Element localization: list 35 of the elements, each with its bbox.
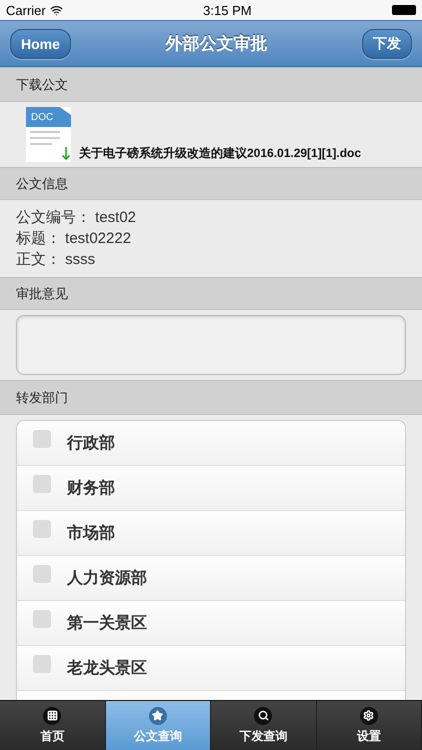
- tab[interactable]: 首页: [0, 701, 106, 750]
- department-label: 市场部: [67, 523, 115, 544]
- grid-icon: [43, 706, 62, 724]
- status-time: 3:15 PM: [203, 2, 252, 18]
- info-line: 公文编号： test02: [16, 208, 138, 227]
- department-label: 人力资源部: [67, 568, 147, 588]
- tab[interactable]: 下发查询: [211, 701, 316, 750]
- home-button[interactable]: Home: [10, 28, 71, 58]
- opinion-field[interactable]: [16, 315, 406, 375]
- gear-icon: [360, 706, 378, 724]
- carrier-label: Carrier: [6, 2, 46, 18]
- file-link[interactable]: 关于电子磅系统升级改造的建议2016.01.29[1][1].doc: [79, 145, 362, 162]
- checkbox[interactable]: [33, 565, 51, 583]
- department-label: 财务部: [67, 478, 115, 498]
- search-icon: [254, 706, 272, 724]
- checkbox[interactable]: [33, 655, 51, 673]
- checkbox[interactable]: [33, 475, 51, 493]
- wifi-icon: [50, 4, 63, 16]
- section-header: 转发部门: [0, 380, 422, 415]
- tab[interactable]: 设置: [316, 701, 422, 750]
- info-line: 标题： test02222: [16, 229, 132, 248]
- section-header: 审批意见: [0, 277, 422, 310]
- department-label: 第一关景区: [67, 613, 147, 634]
- section-header: 下载公文: [0, 67, 422, 102]
- battery-icon: [392, 5, 416, 15]
- department-label: 老龙头景区: [67, 658, 147, 678]
- issue-button[interactable]: 下发: [362, 28, 412, 58]
- page-title: 外部公文审批: [165, 33, 268, 55]
- section-header: 公文信息: [0, 167, 422, 200]
- info-line: 正文： ssss: [16, 250, 96, 269]
- checkbox[interactable]: [33, 520, 51, 538]
- department-row[interactable]: 行政部: [17, 421, 405, 466]
- checkbox[interactable]: [33, 610, 51, 628]
- department-label: 行政部: [67, 433, 115, 454]
- checkbox[interactable]: [33, 430, 51, 448]
